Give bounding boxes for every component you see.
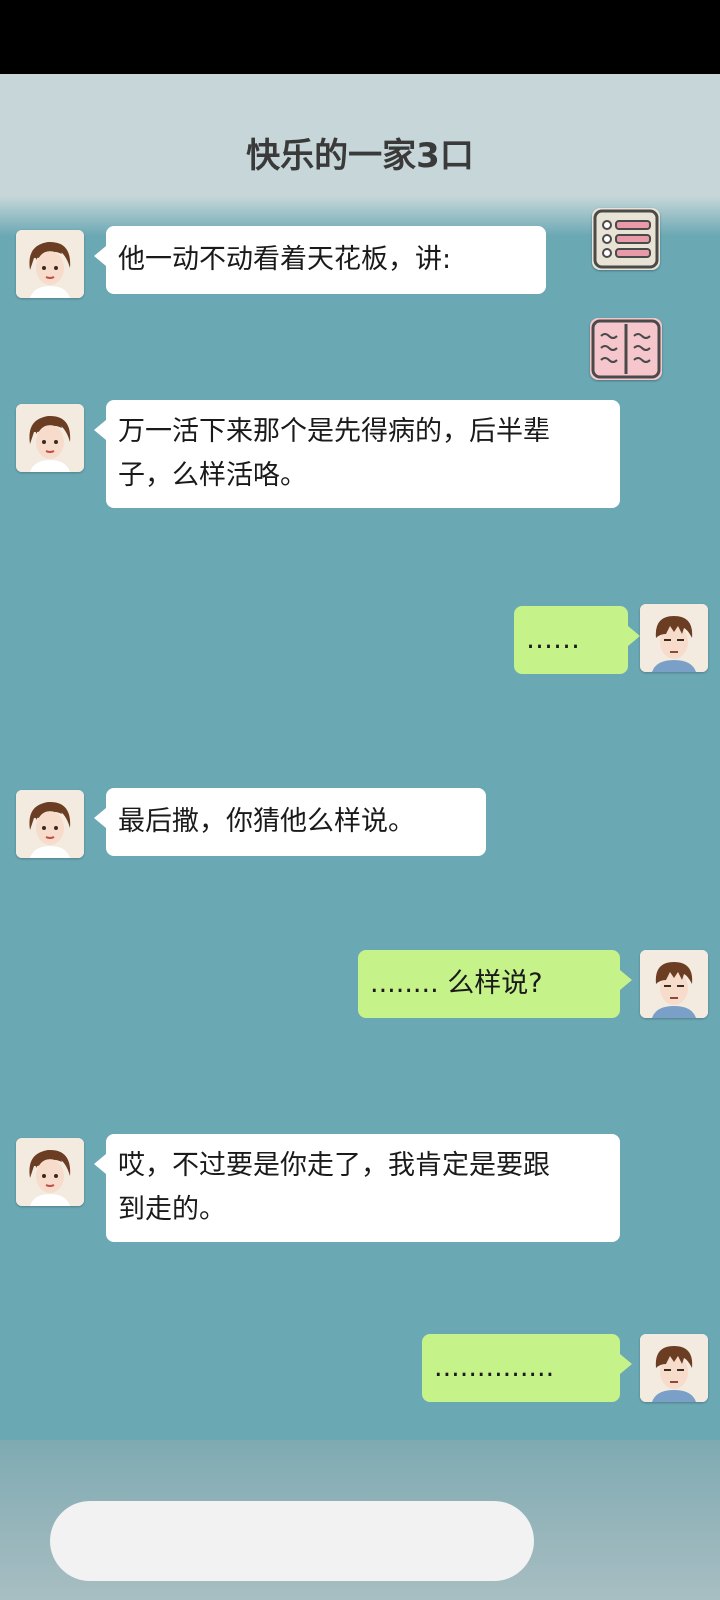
message-bubble: ..............	[422, 1334, 632, 1402]
message-bubble: 哎，不过要是你走了，我肯定是要跟 到走的。	[94, 1134, 620, 1242]
man-avatar	[640, 604, 708, 672]
message-text: 子，么样活咯。	[118, 460, 307, 491]
man-avatar	[640, 950, 708, 1018]
status-bar	[0, 0, 720, 74]
woman-avatar	[16, 404, 84, 472]
message-bubble: 最后撒，你猜他么样说。	[94, 788, 486, 856]
woman-avatar	[16, 1138, 84, 1206]
woman-avatar	[16, 790, 84, 858]
message-text: ……	[526, 624, 580, 655]
page-title: 快乐的一家3口	[246, 136, 474, 176]
message-text: 他一动不动看着天花板，讲:	[118, 244, 452, 275]
man-avatar-icon	[640, 604, 708, 672]
man-avatar-icon	[640, 950, 708, 1018]
woman-avatar	[16, 230, 84, 298]
message-text: ..............	[434, 1352, 555, 1383]
message-text: 哎，不过要是你走了，我肯定是要跟	[118, 1150, 550, 1181]
message-text: ........ 么样说?	[370, 968, 543, 999]
message-bubble: 他一动不动看着天花板，讲:	[94, 226, 546, 294]
woman-avatar-icon	[16, 1138, 84, 1206]
man-avatar	[640, 1334, 708, 1402]
message-text: 到走的。	[118, 1194, 226, 1225]
message-bubble: 万一活下来那个是先得病的，后半辈 子，么样活咯。	[94, 400, 620, 508]
message-text: 最后撒，你猜他么样说。	[118, 806, 415, 837]
man-avatar-icon	[640, 1334, 708, 1402]
message-input[interactable]	[50, 1501, 534, 1581]
woman-avatar-icon	[16, 230, 84, 298]
woman-avatar-icon	[16, 404, 84, 472]
chat-area: 他一动不动看着天花板，讲: 万一活下来那个是先得病的，后半辈 子，么样活咯。 ……	[0, 214, 720, 1444]
woman-avatar-icon	[16, 790, 84, 858]
message-text: 万一活下来那个是先得病的，后半辈	[118, 416, 550, 447]
message-bubble: ........ 么样说?	[358, 950, 632, 1018]
message-bubble: ……	[514, 606, 640, 674]
